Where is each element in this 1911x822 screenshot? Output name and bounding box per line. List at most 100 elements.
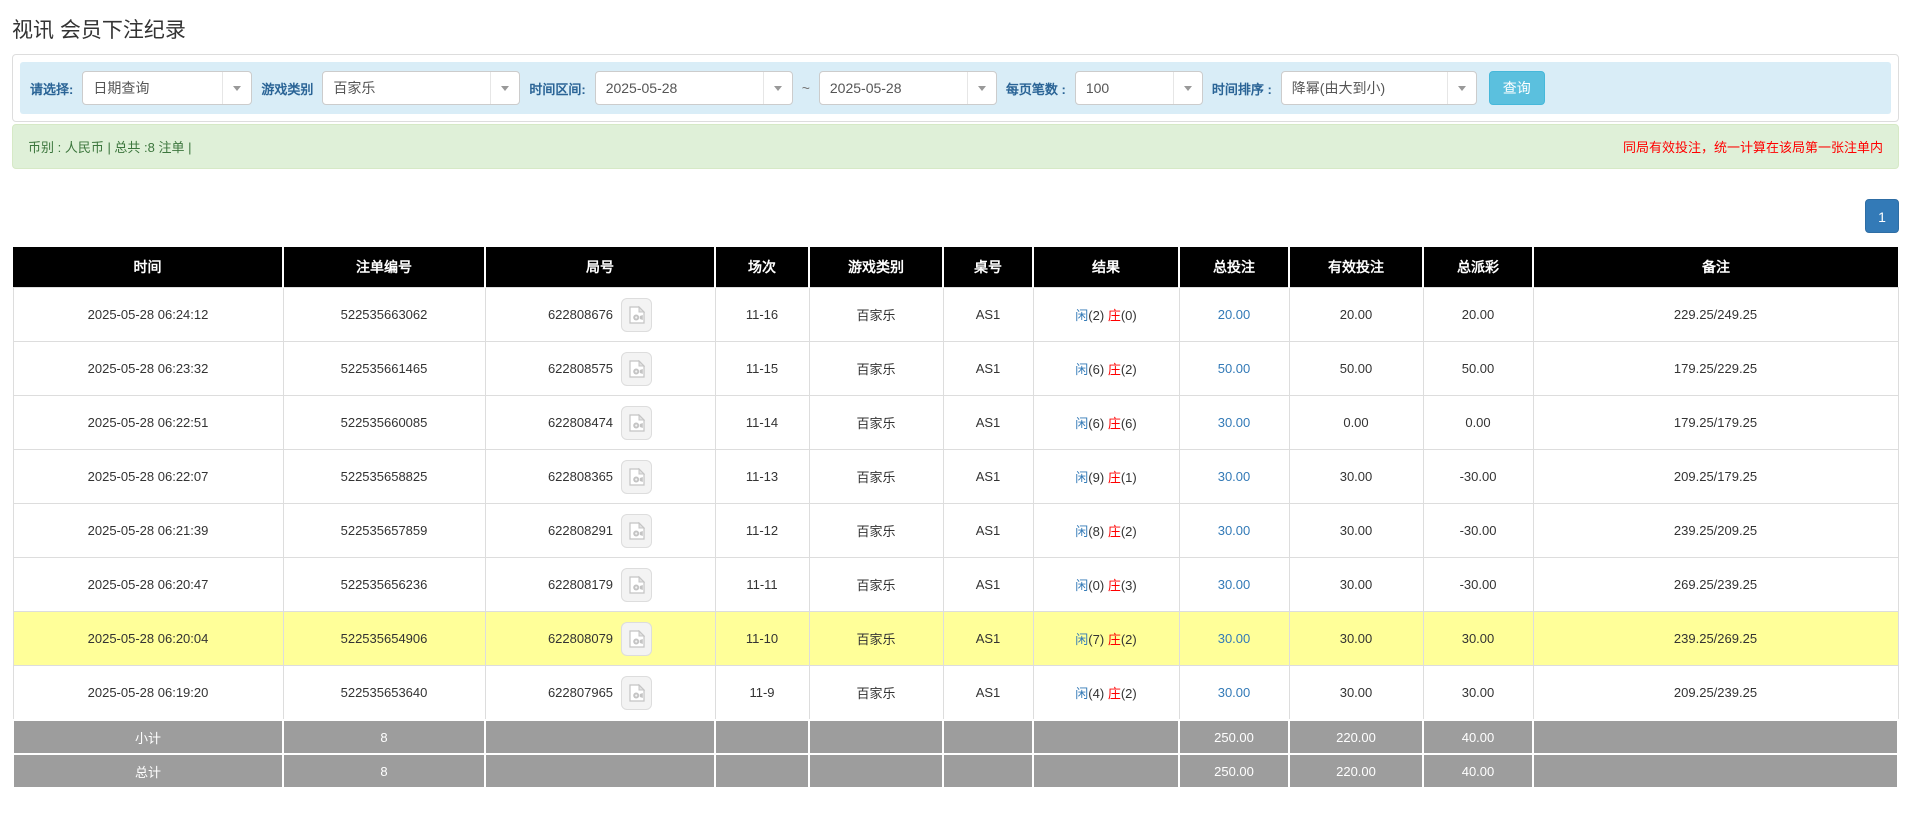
cell-valid-bet: 20.00 — [1289, 288, 1423, 342]
query-button[interactable]: 查询 — [1489, 71, 1545, 105]
game-type-value: 百家乐 — [323, 78, 490, 98]
player-result-label: 闲 — [1075, 686, 1088, 701]
page-1-button[interactable]: 1 — [1865, 199, 1899, 233]
cell-bet-id: 522535661465 — [283, 342, 485, 396]
column-header: 总派彩 — [1423, 247, 1533, 288]
cell-round-id: 622808079 — [485, 612, 715, 666]
cell-time: 2025-05-28 06:19:20 — [13, 666, 283, 721]
cell-result: 闲(7) 庄(2) — [1033, 612, 1179, 666]
total-empty-cell — [715, 754, 809, 788]
total-bet-link[interactable]: 30.00 — [1218, 577, 1251, 592]
banker-result-label: 庄 — [1108, 686, 1121, 701]
table-row: 2025-05-28 06:19:20522535653640622807965… — [13, 666, 1898, 721]
per-page-select[interactable]: 100 — [1075, 71, 1203, 105]
total-bet-link[interactable]: 30.00 — [1218, 631, 1251, 646]
video-replay-button[interactable] — [621, 622, 652, 656]
cell-time: 2025-05-28 06:21:39 — [13, 504, 283, 558]
cell-game-type: 百家乐 — [809, 396, 943, 450]
cell-result: 闲(4) 庄(2) — [1033, 666, 1179, 721]
video-replay-button[interactable] — [621, 514, 652, 548]
filter-bar: 请选择: 日期查询 游戏类别 百家乐 时间区间: 2025-05-28 ~ 20… — [20, 62, 1891, 114]
total-bet-link[interactable]: 30.00 — [1218, 685, 1251, 700]
video-replay-button[interactable] — [621, 352, 652, 386]
cell-total-bet: 20.00 — [1179, 288, 1289, 342]
column-header: 有效投注 — [1289, 247, 1423, 288]
payout-sum: 40.00 — [1423, 754, 1533, 788]
video-file-icon — [629, 360, 645, 378]
cell-total-bet: 30.00 — [1179, 450, 1289, 504]
sort-order-select[interactable]: 降幂(由大到小) — [1281, 71, 1477, 105]
total-bet-link[interactable]: 30.00 — [1218, 523, 1251, 538]
banker-result-score: (2) — [1121, 632, 1137, 647]
column-header: 结果 — [1033, 247, 1179, 288]
cell-table-no: AS1 — [943, 666, 1033, 721]
date-from-value: 2025-05-28 — [596, 80, 763, 96]
cell-time: 2025-05-28 06:22:07 — [13, 450, 283, 504]
player-result-score: (6) — [1088, 362, 1104, 377]
total-empty-cell — [485, 720, 715, 754]
banker-result-score: (2) — [1121, 686, 1137, 701]
total-bet-link[interactable]: 20.00 — [1218, 307, 1251, 322]
cell-payout: 30.00 — [1423, 612, 1533, 666]
chevron-down-icon — [222, 72, 251, 104]
video-file-icon — [629, 306, 645, 324]
cell-remark: 179.25/179.25 — [1533, 396, 1898, 450]
filter-panel: 请选择: 日期查询 游戏类别 百家乐 时间区间: 2025-05-28 ~ 20… — [12, 54, 1899, 122]
player-result-label: 闲 — [1075, 416, 1088, 431]
cell-table-no: AS1 — [943, 342, 1033, 396]
video-replay-button[interactable] — [621, 298, 652, 332]
cell-result: 闲(0) 庄(3) — [1033, 558, 1179, 612]
cell-table-no: AS1 — [943, 612, 1033, 666]
cell-round-id: 622808179 — [485, 558, 715, 612]
cell-game-type: 百家乐 — [809, 612, 943, 666]
column-header: 局号 — [485, 247, 715, 288]
player-result-label: 闲 — [1075, 578, 1088, 593]
total-bet-link[interactable]: 30.00 — [1218, 415, 1251, 430]
total-empty-cell — [1533, 754, 1898, 788]
cell-session: 11-13 — [715, 450, 809, 504]
cell-game-type: 百家乐 — [809, 666, 943, 721]
cell-session: 11-10 — [715, 612, 809, 666]
table-body: 2025-05-28 06:24:12522535663062622808676… — [13, 288, 1898, 789]
date-to-select[interactable]: 2025-05-28 — [819, 71, 997, 105]
date-from-select[interactable]: 2025-05-28 — [595, 71, 793, 105]
total-bet-link[interactable]: 50.00 — [1218, 361, 1251, 376]
cell-round-id: 622808575 — [485, 342, 715, 396]
total-label: 小计 — [13, 720, 283, 754]
video-replay-button[interactable] — [621, 406, 652, 440]
cell-session: 11-16 — [715, 288, 809, 342]
date-to-value: 2025-05-28 — [820, 80, 967, 96]
video-file-icon — [629, 468, 645, 486]
payout-sum: 40.00 — [1423, 720, 1533, 754]
cell-payout: 50.00 — [1423, 342, 1533, 396]
table-row: 2025-05-28 06:20:47522535656236622808179… — [13, 558, 1898, 612]
round-id: 622808079 — [548, 631, 613, 646]
round-id: 622808474 — [548, 415, 613, 430]
round-id: 622808291 — [548, 523, 613, 538]
game-type-label: 游戏类别 — [261, 79, 313, 98]
total-bet-link[interactable]: 30.00 — [1218, 469, 1251, 484]
chevron-down-icon — [967, 72, 996, 104]
query-type-select[interactable]: 日期查询 — [82, 71, 252, 105]
player-result-score: (4) — [1088, 686, 1104, 701]
total-empty-cell — [485, 754, 715, 788]
cell-result: 闲(9) 庄(1) — [1033, 450, 1179, 504]
video-replay-button[interactable] — [621, 676, 652, 710]
banker-result-score: (2) — [1121, 524, 1137, 539]
player-result-score: (6) — [1088, 416, 1104, 431]
cell-payout: 20.00 — [1423, 288, 1533, 342]
cell-round-id: 622807965 — [485, 666, 715, 721]
player-result-label: 闲 — [1075, 632, 1088, 647]
player-result-score: (7) — [1088, 632, 1104, 647]
table-row: 2025-05-28 06:22:07522535658825622808365… — [13, 450, 1898, 504]
subtotal-row: 小计8250.00220.0040.00 — [13, 720, 1898, 754]
round-id: 622808676 — [548, 307, 613, 322]
cell-valid-bet: 0.00 — [1289, 396, 1423, 450]
time-range-label: 时间区间: — [529, 79, 585, 98]
cell-table-no: AS1 — [943, 288, 1033, 342]
chevron-down-icon — [1447, 72, 1476, 104]
game-type-select[interactable]: 百家乐 — [322, 71, 520, 105]
column-header: 注单编号 — [283, 247, 485, 288]
video-replay-button[interactable] — [621, 568, 652, 602]
video-replay-button[interactable] — [621, 460, 652, 494]
